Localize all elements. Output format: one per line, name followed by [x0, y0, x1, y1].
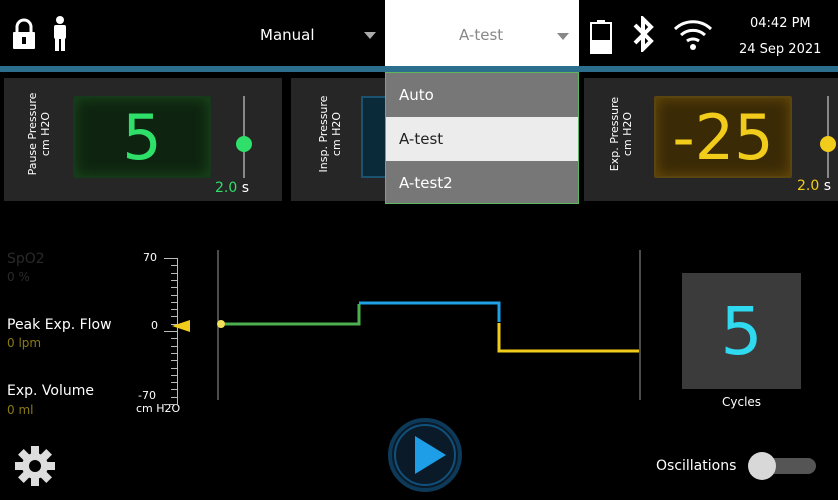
exp-time-number: 2.0	[797, 178, 820, 194]
insp-pressure-panel[interactable]: Insp. Pressure cm H2O	[291, 78, 387, 201]
dropdown-option-a-test[interactable]: A-test	[386, 117, 578, 161]
waveform-cursor	[217, 320, 225, 328]
waveform-pause-segment	[222, 304, 361, 326]
scale-tick	[164, 404, 178, 405]
scale-tick	[171, 316, 178, 318]
cycles-label: Cycles	[722, 395, 762, 409]
scale-tick	[171, 301, 178, 303]
chevron-down-icon	[557, 33, 569, 40]
exp-pressure-title: Exp. Pressure	[608, 96, 621, 172]
scale-tick	[171, 294, 178, 296]
exp-volume-value: 0 ml	[7, 403, 34, 417]
waveform-exp-segment	[497, 323, 639, 353]
pressure-pointer-icon	[172, 320, 190, 332]
pause-time-number: 2.0	[215, 180, 238, 196]
pause-pressure-value: 5	[122, 100, 162, 174]
pause-pressure-unit: cm H2O	[39, 111, 52, 157]
scale-tick	[171, 360, 178, 362]
scale-min-label: -70	[138, 389, 156, 402]
cycles-value: 5	[720, 292, 763, 370]
scale-tick	[171, 352, 178, 354]
wifi-icon	[672, 16, 714, 56]
clock-time: 04:42 PM	[750, 16, 811, 31]
person-icon[interactable]	[50, 16, 70, 56]
dropdown-option-a-test2[interactable]: A-test2	[386, 161, 578, 205]
scale-tick	[171, 309, 178, 311]
oscillations-toggle[interactable]	[748, 452, 818, 480]
pause-pressure-display[interactable]: 5	[73, 96, 211, 178]
exp-time-value: 2.0 s	[797, 178, 831, 194]
waveform-insp-segment	[359, 301, 501, 322]
scale-tick	[164, 258, 178, 259]
scale-tick	[171, 265, 178, 267]
peak-exp-flow-value: 0 lpm	[7, 336, 42, 350]
scale-max-label: 70	[143, 251, 157, 264]
pressure-waveform	[217, 250, 641, 400]
scale-zero-label: 0	[151, 319, 158, 332]
insp-pressure-title: Insp. Pressure	[317, 95, 330, 173]
play-button[interactable]	[386, 416, 464, 498]
mode-value: Manual	[260, 26, 315, 44]
play-icon	[388, 418, 462, 492]
spo2-value: 0 %	[7, 270, 30, 284]
spo2-label: SpO2	[7, 251, 45, 267]
chevron-down-icon	[364, 32, 376, 39]
scale-tick	[171, 287, 178, 289]
exp-pressure-value: -25	[672, 100, 774, 174]
bluetooth-icon	[632, 14, 656, 56]
scale-tick	[171, 367, 178, 369]
exp-pressure-unit: cm H2O	[621, 111, 634, 157]
cycles-display: 5	[682, 273, 801, 389]
status-bar: Manual A-test 04:42 PM 24 Sep 2021	[0, 0, 838, 66]
pause-pressure-label: Pause Pressure cm H2O	[26, 74, 62, 194]
scale-tick	[171, 345, 178, 347]
insp-pressure-display[interactable]	[361, 96, 387, 178]
pause-pressure-panel[interactable]: Pause Pressure cm H2O 5 2.0 s	[4, 78, 282, 201]
battery-icon	[590, 20, 612, 58]
insp-pressure-unit: cm H2O	[330, 111, 343, 157]
scale-tick	[171, 389, 178, 391]
pause-pressure-title: Pause Pressure	[26, 92, 39, 176]
lock-icon[interactable]	[12, 18, 36, 54]
insp-pressure-label: Insp. Pressure cm H2O	[317, 74, 353, 194]
mode-select[interactable]: Manual	[230, 18, 385, 52]
toggle-knob	[748, 452, 776, 480]
scale-tick	[171, 382, 178, 384]
oscillations-label: Oscillations	[656, 458, 737, 474]
exp-pressure-display[interactable]: -25	[654, 96, 792, 178]
exp-time-slider-knob[interactable]	[820, 136, 836, 152]
profile-dropdown-list[interactable]: Auto A-test A-test2	[385, 72, 579, 204]
profile-select[interactable]: A-test	[385, 0, 579, 66]
profile-value: A-test	[459, 26, 504, 44]
scale-tick	[171, 374, 178, 376]
dropdown-option-auto[interactable]: Auto	[386, 73, 578, 117]
peak-exp-flow-label: Peak Exp. Flow	[7, 317, 112, 333]
exp-pressure-panel[interactable]: Exp. Pressure cm H2O -25 2.0 s	[584, 78, 838, 201]
exp-volume-label: Exp. Volume	[7, 383, 94, 399]
pressure-scale: 70 0 -70 cm H2O	[136, 250, 190, 420]
exp-time-unit: s	[823, 178, 832, 194]
pause-time-value: 2.0 s	[215, 180, 249, 196]
pause-time-unit: s	[241, 180, 250, 196]
pause-time-slider-knob[interactable]	[236, 136, 252, 152]
scale-tick	[171, 338, 178, 340]
exp-pressure-label: Exp. Pressure cm H2O	[608, 74, 644, 194]
scale-tick	[171, 272, 178, 274]
gear-icon[interactable]	[13, 444, 57, 492]
clock-date: 24 Sep 2021	[739, 42, 822, 57]
scale-tick	[171, 279, 178, 281]
scale-tick	[171, 396, 178, 398]
